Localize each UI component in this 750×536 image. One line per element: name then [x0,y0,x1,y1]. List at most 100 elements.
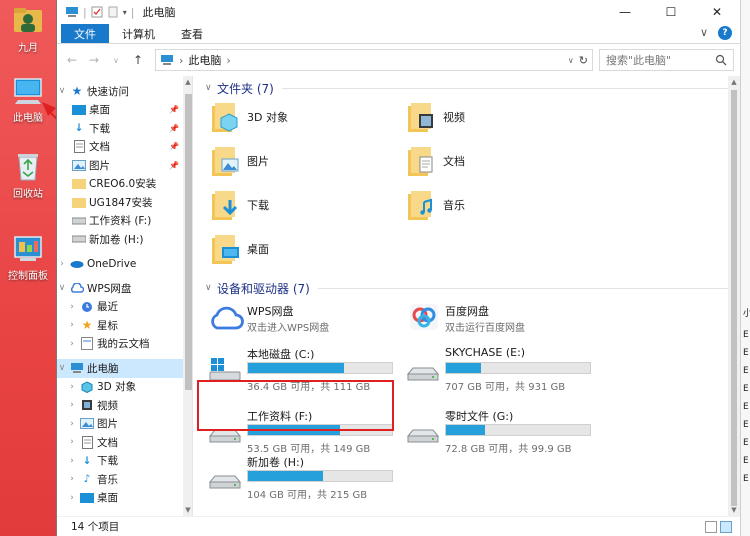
maximize-button[interactable]: ☐ [648,0,694,24]
nav-desktop[interactable]: 桌面 📌 [57,101,183,120]
expand-arrow-icon[interactable]: › [67,320,77,330]
ribbon-tabs: 文件 计算机 查看 ∨ ? [57,24,740,44]
up-arrow-icon[interactable]: ↑ [129,53,147,67]
address-bar[interactable]: › 此电脑 › ∨ ↻ [155,49,593,71]
properties-icon[interactable] [91,6,103,18]
star-icon: ★ [71,84,83,99]
nav-drive-h[interactable]: 新加卷 (H:) [57,230,183,249]
breadcrumb-chevron-icon[interactable]: › [179,54,183,67]
nav-documents[interactable]: 文档 📌 [57,138,183,157]
expand-ribbon-icon[interactable]: ∨ [700,26,708,40]
help-icon[interactable]: ? [718,26,732,40]
details-view-icon[interactable] [705,521,717,533]
expand-arrow-icon[interactable]: › [67,339,77,349]
nav-desktop-pc[interactable]: › 桌面 [57,489,183,508]
cloud-wps-drive[interactable]: WPS网盘 双击进入WPS网盘 [205,300,401,340]
customize-toolbar-icon[interactable]: ▾ [123,8,127,17]
folder-documents[interactable]: 文档 [407,144,465,178]
quick-access-toolbar: | ▾ | [65,6,134,19]
back-arrow-icon[interactable]: ← [63,53,81,67]
collapse-arrow-icon[interactable]: ∨ [57,363,67,373]
tab-computer[interactable]: 计算机 [109,24,168,43]
nav-recent[interactable]: › 最近 [57,298,183,317]
nav-videos[interactable]: › 视频 [57,396,183,415]
refresh-icon[interactable]: ↻ [579,54,588,67]
collapse-arrow-icon[interactable]: ∨ [205,83,217,93]
desktop-icon-user-folder[interactable]: 九月 [0,4,56,54]
collapse-arrow-icon[interactable]: ∨ [205,283,217,293]
nav-downloads[interactable]: ↓ 下载 📌 [57,119,183,138]
scroll-down-icon[interactable]: ▼ [728,506,740,514]
collapse-arrow-icon[interactable]: ∨ [57,283,67,293]
nav-onedrive[interactable]: › OneDrive [57,255,183,274]
folder-downloads[interactable]: 下载 [211,188,269,222]
drive-g[interactable]: 零时文件 (G:) 72.8 GB 可用，共 99.9 GB [403,408,599,456]
collapse-arrow-icon[interactable]: ∨ [57,86,67,96]
nav-drive-f[interactable]: 工作资料 (F:) [57,212,183,231]
pin-icon[interactable]: 📌 [169,142,179,151]
nav-this-pc[interactable]: ∨ 此电脑 [57,359,183,378]
nav-scroll-thumb[interactable] [185,94,192,390]
background-glyph: E [743,438,749,448]
breadcrumb-chevron-icon[interactable]: › [226,54,230,67]
tab-file[interactable]: 文件 [61,24,109,43]
pin-icon[interactable]: 📌 [169,124,179,133]
folder-3d-objects[interactable]: 3D 对象 [211,100,288,134]
pc-small-icon[interactable] [65,6,79,18]
folder-videos[interactable]: 视频 [407,100,465,134]
large-icons-view-icon[interactable] [720,521,732,533]
breadcrumb-this-pc[interactable]: 此电脑 [188,52,221,68]
expand-arrow-icon[interactable]: › [67,382,77,392]
expand-arrow-icon[interactable]: › [67,400,77,410]
folder-music[interactable]: 音乐 [407,188,465,222]
minimize-button[interactable]: — [602,0,648,24]
drive-e[interactable]: SKYCHASE (E:) 707 GB 可用，共 931 GB [403,346,599,394]
expand-arrow-icon[interactable]: › [67,302,77,312]
recent-locations-icon[interactable]: ∨ [107,56,125,65]
tab-view[interactable]: 查看 [168,24,216,43]
pin-icon[interactable]: 📌 [169,105,179,114]
group-header-devices[interactable]: ∨ 设备和驱动器 (7) [205,278,740,298]
nav-pictures[interactable]: 图片 📌 [57,156,183,175]
nav-wps-drive[interactable]: ∨ WPS网盘 [57,279,183,298]
expand-arrow-icon[interactable]: › [67,456,77,466]
close-button[interactable]: ✕ [694,0,740,24]
nav-folder-ug[interactable]: UG1847安装 [57,193,183,212]
nav-quick-access[interactable]: ∨ ★ 快速访问 [57,82,183,101]
nav-scrollbar[interactable]: ▲ ▼ [183,76,193,516]
folder-pictures[interactable]: 图片 [211,144,269,178]
forward-arrow-icon[interactable]: → [85,53,103,67]
group-header-folders[interactable]: ∨ 文件夹 (7) [205,78,740,98]
expand-arrow-icon[interactable]: › [67,493,77,503]
folder-desktop[interactable]: 桌面 [211,232,269,266]
nav-folder-creo[interactable]: CREO6.0安装 [57,175,183,194]
hard-drive-icon [209,464,241,490]
search-input[interactable]: 搜索"此电脑" [599,49,734,71]
new-folder-icon[interactable] [107,6,119,18]
scroll-up-icon[interactable]: ▲ [728,78,740,86]
expand-arrow-icon[interactable]: › [67,474,77,484]
nav-pictures-pc[interactable]: › 图片 [57,415,183,434]
nav-my-cloud-docs[interactable]: › 我的云文档 [57,335,183,354]
address-dropdown-icon[interactable]: ∨ [568,56,574,65]
desktop-icon [72,103,86,117]
main-scrollbar[interactable]: ▲ ▼ [728,76,740,516]
pin-icon[interactable]: 📌 [169,161,179,170]
expand-arrow-icon[interactable]: › [57,259,67,269]
cloud-baidu-drive[interactable]: 百度网盘 双击运行百度网盘 [403,300,599,340]
wps-cloud-icon [70,281,84,295]
scroll-down-icon[interactable]: ▼ [183,506,193,514]
nav-documents-pc[interactable]: › 文档 [57,433,183,452]
main-scroll-thumb[interactable] [731,90,737,506]
hard-drive-icon [407,356,439,382]
nav-downloads-pc[interactable]: › ↓ 下载 [57,452,183,471]
cube-icon [80,380,94,394]
background-glyph: 小 [743,309,750,319]
scroll-up-icon[interactable]: ▲ [183,78,193,86]
expand-arrow-icon[interactable]: › [67,419,77,429]
nav-music[interactable]: › ♪ 音乐 [57,470,183,489]
nav-starred[interactable]: › ★ 星标 [57,316,183,335]
nav-3d-objects[interactable]: › 3D 对象 [57,378,183,397]
drive-h[interactable]: 新加卷 (H:) 104 GB 可用，共 215 GB [205,454,401,502]
expand-arrow-icon[interactable]: › [67,437,77,447]
